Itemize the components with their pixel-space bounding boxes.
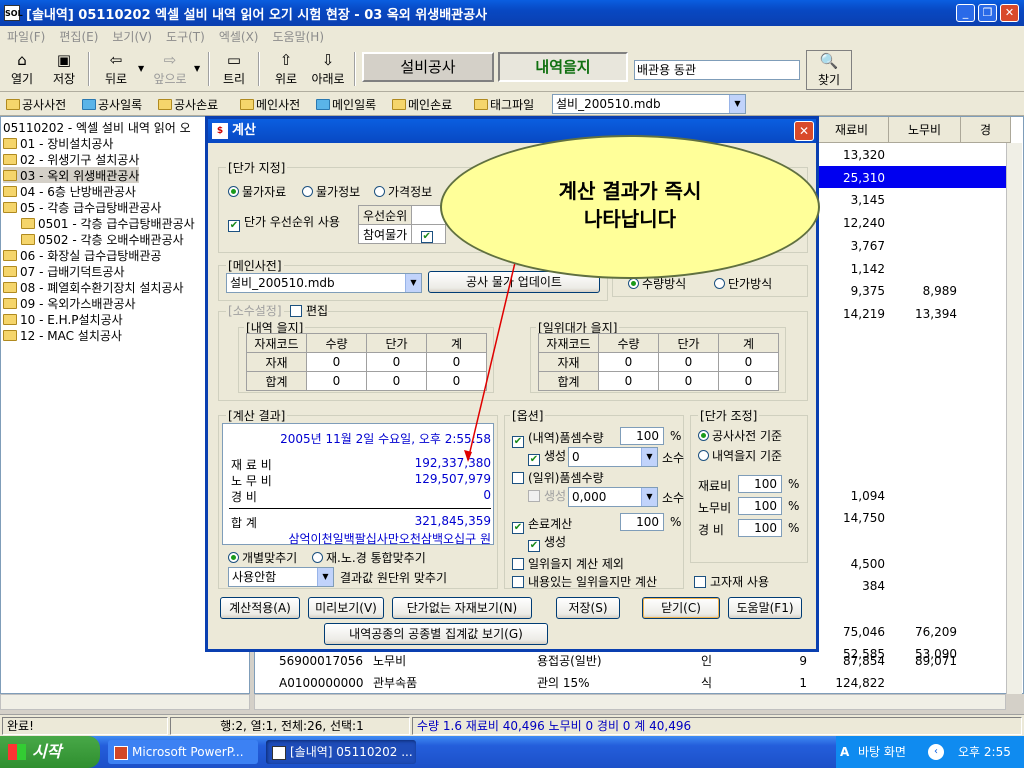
callout-line1: 계산 결과가 즉시 [558, 179, 702, 203]
callout-arrow [464, 249, 519, 462]
callout-line2: 나타납니다 [584, 207, 676, 231]
callout-balloon: 계산 결과가 즉시 나타납니다 [440, 135, 820, 279]
